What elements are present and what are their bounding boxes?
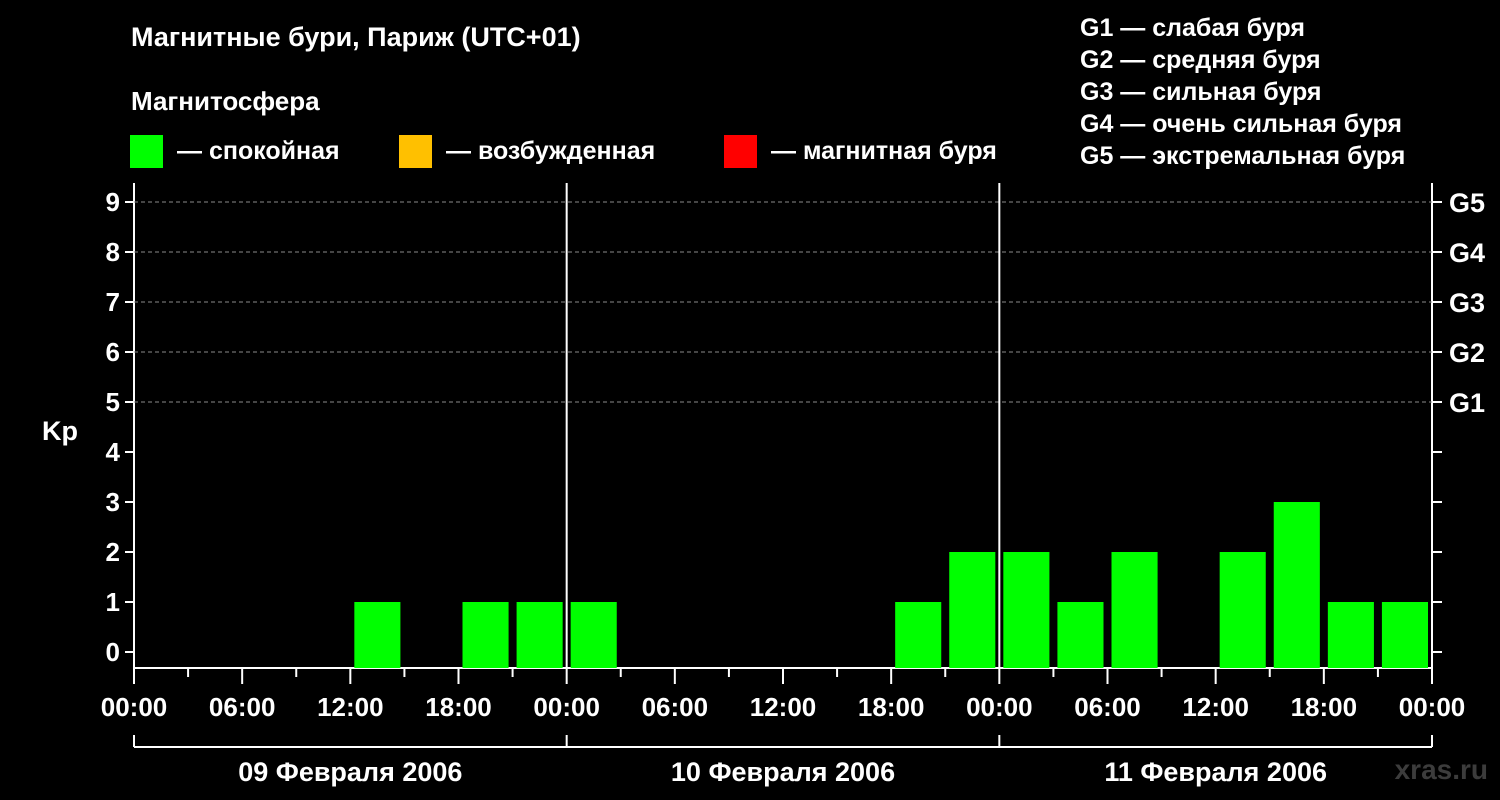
y-tick-label: 7 [106, 287, 120, 317]
y-tick-label: 0 [106, 637, 120, 667]
y-tick-label: 8 [106, 237, 120, 267]
g-level-label: G5 [1449, 188, 1485, 218]
g-level-label: G1 [1449, 388, 1485, 418]
x-tick-label: 06:00 [1074, 692, 1141, 722]
y-tick-label: 5 [106, 387, 120, 417]
kp-bar [949, 552, 996, 668]
kp-bar [516, 602, 563, 668]
x-tick-label: 12:00 [750, 692, 817, 722]
y-tick-label: 2 [106, 537, 120, 567]
y-tick-label: 4 [106, 437, 121, 467]
kp-bar [1003, 552, 1050, 668]
x-tick-label: 18:00 [1291, 692, 1358, 722]
x-tick-label: 12:00 [317, 692, 384, 722]
kp-bar [570, 602, 617, 668]
x-tick-label: 00:00 [966, 692, 1033, 722]
x-tick-label: 00:00 [1399, 692, 1466, 722]
kp-bar [1057, 602, 1104, 668]
y-axis-label: Kp [42, 416, 78, 446]
kp-bar [1111, 552, 1158, 668]
kp-bar [1219, 552, 1266, 668]
y-tick-label: 3 [106, 487, 120, 517]
x-tick-label: 00:00 [533, 692, 600, 722]
kp-bar [354, 602, 401, 668]
x-tick-label: 00:00 [101, 692, 168, 722]
g-level-label: G3 [1449, 288, 1485, 318]
g-level-label: G2 [1449, 338, 1485, 368]
kp-bar [1273, 502, 1320, 668]
y-tick-label: 6 [106, 337, 120, 367]
g-level-label: G4 [1449, 238, 1485, 268]
x-tick-label: 18:00 [425, 692, 492, 722]
y-tick-label: 9 [106, 187, 120, 217]
y-tick-label: 1 [106, 587, 120, 617]
kp-bar [1381, 602, 1428, 668]
watermark: xras.ru [1394, 754, 1488, 785]
kp-chart: 0 1 2 3 4 5 6 7 8 9 G1 G2 G3 G4 G5 Kp 00:00 06:00 12:00 18:… [42, 183, 1485, 787]
x-tick-label: 06:00 [642, 692, 709, 722]
day-label: 10 Февраля 2006 [671, 757, 895, 787]
x-tick-label: 18:00 [858, 692, 925, 722]
x-tick-label: 06:00 [209, 692, 276, 722]
kp-bar [1327, 602, 1374, 668]
day-label: 09 Февраля 2006 [238, 757, 462, 787]
kp-bar [895, 602, 942, 668]
day-label: 11 Февраля 2006 [1104, 757, 1327, 787]
kp-bar [462, 602, 509, 668]
x-tick-label: 12:00 [1182, 692, 1249, 722]
